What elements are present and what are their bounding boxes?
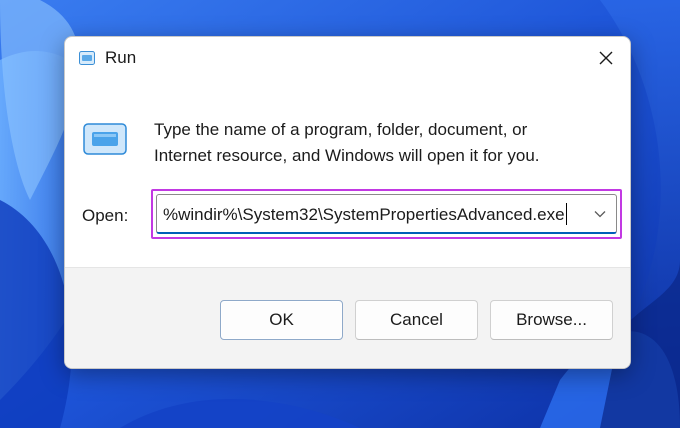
- dropdown-button[interactable]: [590, 205, 610, 223]
- run-program-icon: [83, 123, 127, 155]
- close-button[interactable]: [592, 45, 620, 71]
- description-text: Type the name of a program, folder, docu…: [154, 117, 594, 169]
- open-input[interactable]: %windir%\System32\SystemPropertiesAdvanc…: [163, 203, 583, 225]
- ok-button[interactable]: OK: [220, 300, 343, 340]
- desktop: Run Type the name of a program, folder, …: [0, 0, 680, 428]
- cancel-button[interactable]: Cancel: [355, 300, 478, 340]
- run-icon: [79, 51, 95, 65]
- close-icon: [599, 51, 613, 65]
- chevron-down-icon: [594, 211, 606, 218]
- window-title: Run: [105, 48, 137, 67]
- button-bar: OK Cancel Browse...: [65, 267, 630, 368]
- open-combobox[interactable]: %windir%\System32\SystemPropertiesAdvanc…: [156, 194, 617, 234]
- description-line-1: Type the name of a program, folder, docu…: [154, 120, 528, 139]
- open-input-value: %windir%\System32\SystemPropertiesAdvanc…: [163, 205, 565, 224]
- text-caret: [565, 203, 567, 225]
- description-line-2: Internet resource, and Windows will open…: [154, 146, 540, 165]
- highlight-box: %windir%\System32\SystemPropertiesAdvanc…: [151, 189, 622, 239]
- title-bar[interactable]: Run: [65, 37, 630, 79]
- browse-button[interactable]: Browse...: [490, 300, 613, 340]
- run-dialog: Run Type the name of a program, folder, …: [64, 36, 631, 369]
- open-label: Open:: [82, 206, 129, 225]
